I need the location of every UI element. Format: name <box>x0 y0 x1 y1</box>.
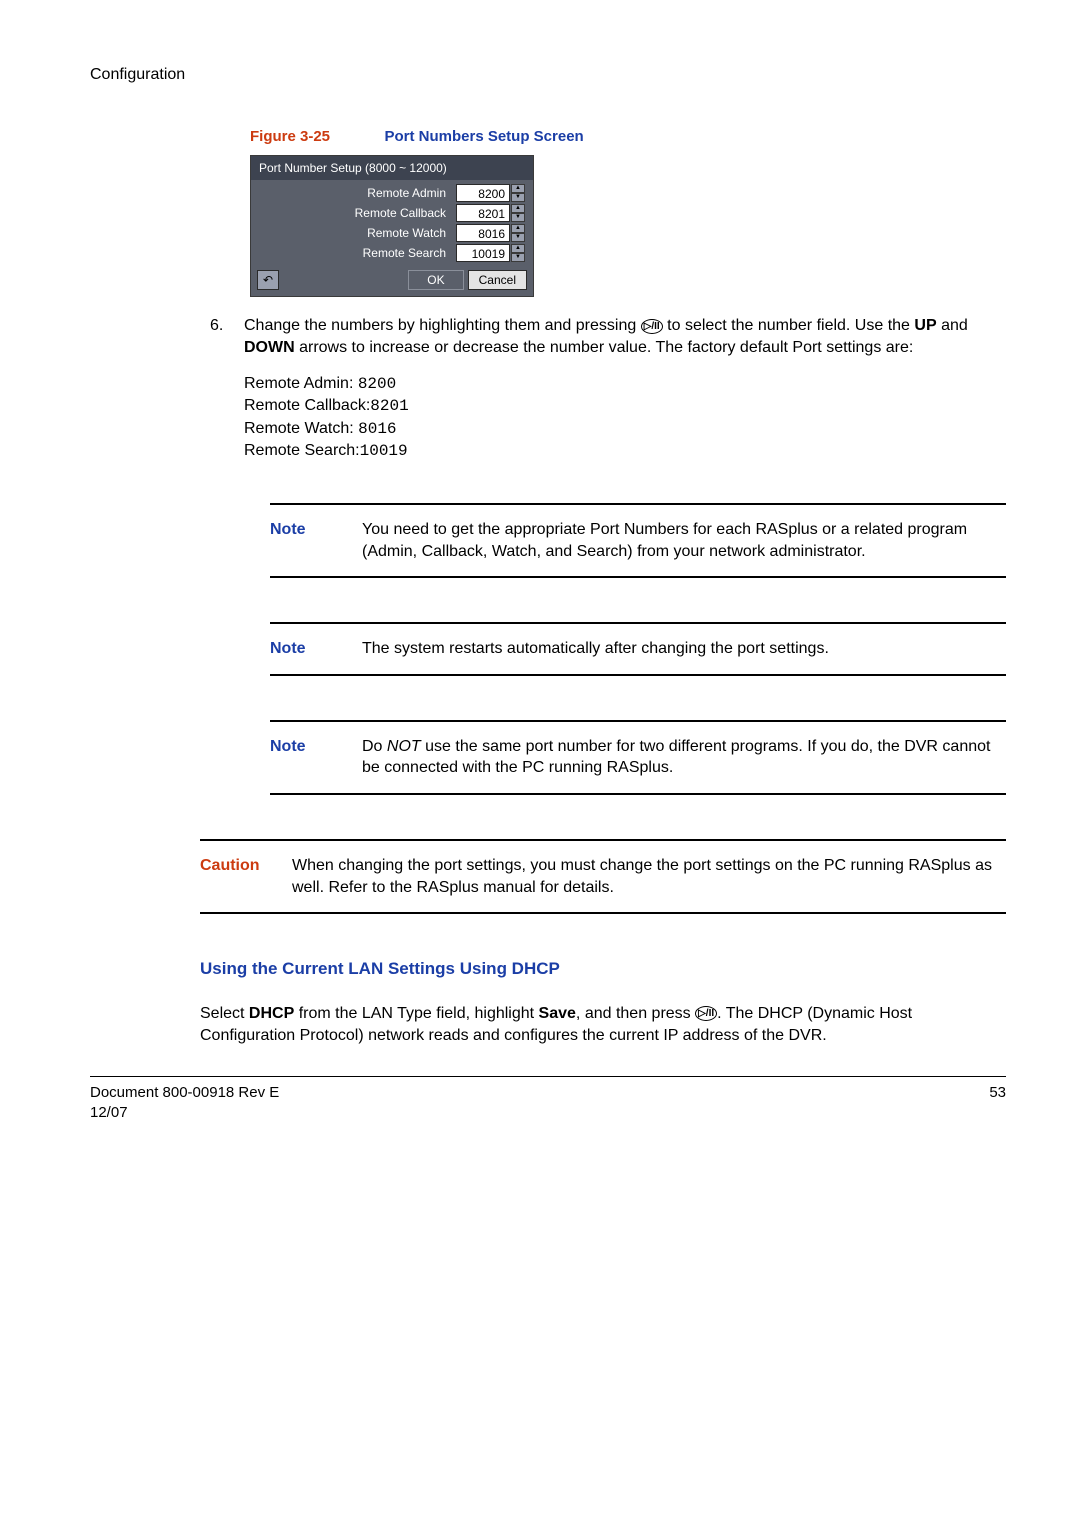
cancel-button[interactable]: Cancel <box>468 270 527 290</box>
note-text: The system restarts automatically after … <box>362 638 1006 660</box>
default-label: Remote Callback: <box>244 397 370 414</box>
note-1: Note You need to get the appropriate Por… <box>270 503 1006 578</box>
text: to select the number field. Use the <box>663 317 915 334</box>
dialog-title: Port Number Setup (8000 ~ 12000) <box>251 156 533 180</box>
figure-title: Port Numbers Setup Screen <box>384 128 583 145</box>
note-label: Note <box>270 519 362 562</box>
caution-text: When changing the port settings, you mus… <box>292 855 1006 898</box>
text-down: DOWN <box>244 339 295 356</box>
text: Do <box>362 738 387 755</box>
note-3: Note Do NOT use the same port number for… <box>270 720 1006 795</box>
port-number-setup-dialog: Port Number Setup (8000 ~ 12000) Remote … <box>250 155 534 297</box>
text: Change the numbers by highlighting them … <box>244 317 641 334</box>
port-label: Remote Search <box>259 245 456 261</box>
step-6: 6. Change the numbers by highlighting th… <box>210 315 1006 358</box>
text-emphasis: NOT <box>387 738 421 755</box>
page-footer: Document 800-00918 Rev E 12/07 53 <box>90 1083 1006 1124</box>
back-button[interactable]: ↶ <box>257 270 279 290</box>
text: and <box>937 317 968 334</box>
text: Select <box>200 1005 249 1022</box>
default-label: Remote Admin: <box>244 375 358 392</box>
enter-icon: ▷/II <box>641 319 663 334</box>
default-value: 8200 <box>358 375 396 393</box>
note-label: Note <box>270 736 362 779</box>
figure-caption: Figure 3-25 Port Numbers Setup Screen <box>250 126 1006 148</box>
remote-admin-input[interactable]: 8200 <box>456 184 510 202</box>
section-heading-dhcp: Using the Current LAN Settings Using DHC… <box>200 958 1006 981</box>
remote-watch-input[interactable]: 8016 <box>456 224 510 242</box>
text: , and then press <box>576 1005 695 1022</box>
page-section-header: Configuration <box>90 64 1006 86</box>
note-text: Do NOT use the same port number for two … <box>362 736 1006 779</box>
remote-callback-input[interactable]: 8201 <box>456 204 510 222</box>
spinner-icon[interactable]: ▲▼ <box>511 184 525 202</box>
text: arrows to increase or decrease the numbe… <box>295 339 914 356</box>
note-label: Note <box>270 638 362 660</box>
footer-page: 53 <box>989 1083 1006 1124</box>
paragraph-dhcp: Select DHCP from the LAN Type field, hig… <box>200 1003 1006 1046</box>
spinner-icon[interactable]: ▲▼ <box>511 224 525 242</box>
step-text: Change the numbers by highlighting them … <box>244 315 1006 358</box>
step-number: 6. <box>210 315 244 358</box>
factory-defaults: Remote Admin: 8200 Remote Callback:8201 … <box>244 373 1006 463</box>
footer-left: Document 800-00918 Rev E 12/07 <box>90 1083 279 1124</box>
footer-doc: Document 800-00918 Rev E <box>90 1083 279 1103</box>
note-text: You need to get the appropriate Port Num… <box>362 519 1006 562</box>
default-value: 8201 <box>370 397 408 415</box>
text: use the same port number for two differe… <box>362 738 990 777</box>
dialog-footer: ↶ OK Cancel <box>251 266 533 296</box>
text-up: UP <box>914 317 936 334</box>
default-value: 8016 <box>358 420 396 438</box>
default-label: Remote Watch: <box>244 420 358 437</box>
port-label: Remote Callback <box>259 205 456 221</box>
default-value: 10019 <box>360 442 408 460</box>
ok-button[interactable]: OK <box>408 270 463 290</box>
caution-label: Caution <box>200 855 292 898</box>
port-row-remote-admin: Remote Admin 8200 ▲▼ <box>259 184 525 202</box>
port-row-remote-search: Remote Search 10019 ▲▼ <box>259 244 525 262</box>
footer-date: 12/07 <box>90 1103 279 1123</box>
enter-icon: ▷/II <box>695 1006 717 1021</box>
dialog-body: Remote Admin 8200 ▲▼ Remote Callback 820… <box>251 180 533 266</box>
note-2: Note The system restarts automatically a… <box>270 622 1006 676</box>
text-dhcp: DHCP <box>249 1005 294 1022</box>
footer-rule <box>90 1076 1006 1077</box>
spinner-icon[interactable]: ▲▼ <box>511 244 525 262</box>
default-label: Remote Search: <box>244 442 360 459</box>
spinner-icon[interactable]: ▲▼ <box>511 204 525 222</box>
caution-box: Caution When changing the port settings,… <box>200 839 1006 914</box>
port-label: Remote Watch <box>259 225 456 241</box>
port-label: Remote Admin <box>259 185 456 201</box>
remote-search-input[interactable]: 10019 <box>456 244 510 262</box>
port-row-remote-watch: Remote Watch 8016 ▲▼ <box>259 224 525 242</box>
text-save: Save <box>539 1005 576 1022</box>
text: from the LAN Type field, highlight <box>294 1005 538 1022</box>
figure-number: Figure 3-25 <box>250 128 330 145</box>
port-row-remote-callback: Remote Callback 8201 ▲▼ <box>259 204 525 222</box>
